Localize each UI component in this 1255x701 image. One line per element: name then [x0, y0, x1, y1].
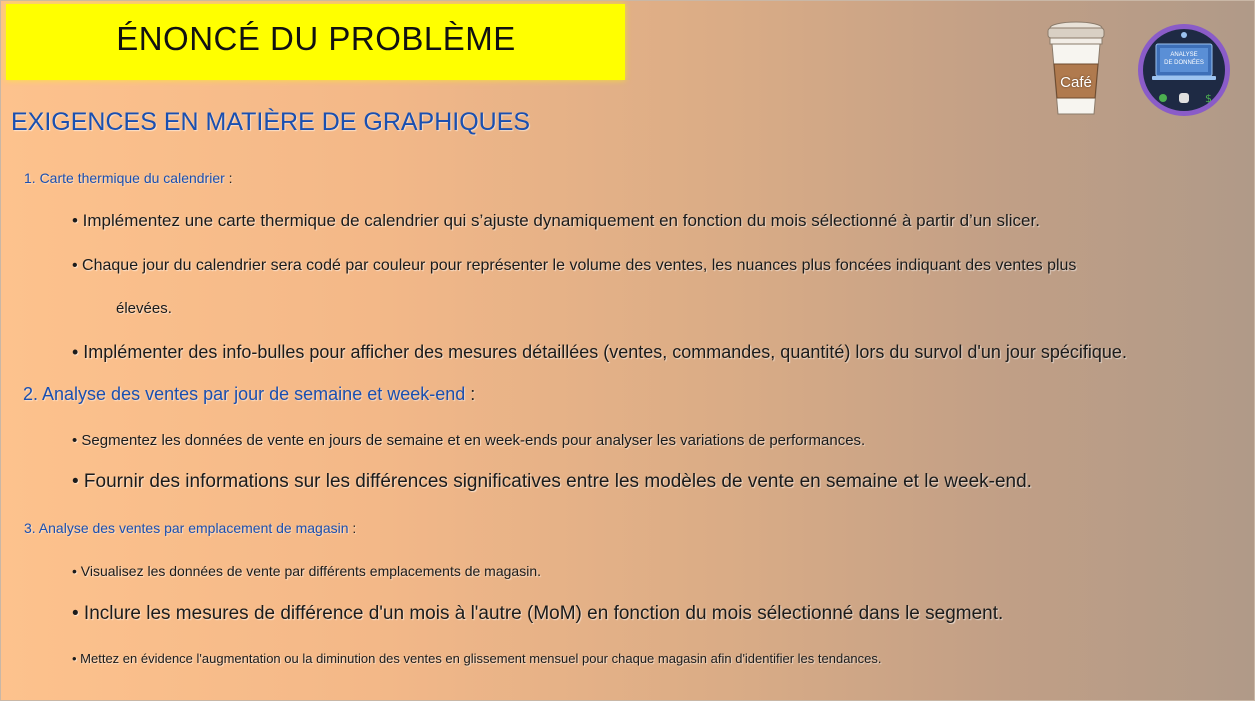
section-1-bullet-2-cont: élevées. — [116, 300, 172, 317]
title-banner: ÉNONCÉ DU PROBLÈME — [6, 4, 625, 80]
section-1-bullet-2: • Chaque jour du calendrier sera codé pa… — [72, 257, 1077, 274]
section-2-heading: 2. Analyse des ventes par jour de semain… — [23, 384, 475, 405]
section-1-heading: 1. Carte thermique du calendrier : — [24, 170, 233, 186]
section-3-title: 3. Analyse des ventes par emplacement de… — [24, 520, 349, 536]
section-1-title: 1. Carte thermique du calendrier — [24, 170, 225, 186]
coffee-label: Café — [1060, 74, 1092, 91]
section-2-colon: : — [465, 384, 476, 404]
coffee-cup-icon[interactable]: Café — [1040, 18, 1112, 118]
data-logo-icon[interactable]: $ ANALYSE DE DONNÉES — [1136, 22, 1232, 118]
section-1-bullet-1: • Implémentez une carte thermique de cal… — [72, 211, 1040, 230]
logo-line2: DE DONNÉES — [1164, 60, 1204, 66]
section-2-bullet-2: • Fournir des informations sur les diffé… — [72, 471, 1032, 492]
section-heading: EXIGENCES EN MATIÈRE DE GRAPHIQUES — [11, 108, 531, 136]
svg-text:$: $ — [1205, 92, 1212, 105]
section-3-bullet-1: • Visualisez les données de vente par di… — [72, 563, 541, 579]
page-title: ÉNONCÉ DU PROBLÈME — [116, 20, 516, 57]
section-1-colon: : — [224, 170, 233, 186]
section-2-bullet-1: • Segmentez les données de vente en jour… — [72, 432, 866, 449]
section-3-heading: 3. Analyse des ventes par emplacement de… — [24, 520, 356, 536]
logo-line1: ANALYSE — [1170, 52, 1198, 58]
section-3-bullet-3: • Mettez en évidence l'augmentation ou l… — [72, 651, 882, 666]
section-3-colon: : — [348, 520, 357, 536]
section-2-title: 2. Analyse des ventes par jour de semain… — [23, 384, 466, 404]
section-3-bullet-2: • Inclure les mesures de différence d'un… — [72, 603, 1004, 624]
section-1-bullet-3: • Implémenter des info-bulles pour affic… — [72, 342, 1127, 362]
